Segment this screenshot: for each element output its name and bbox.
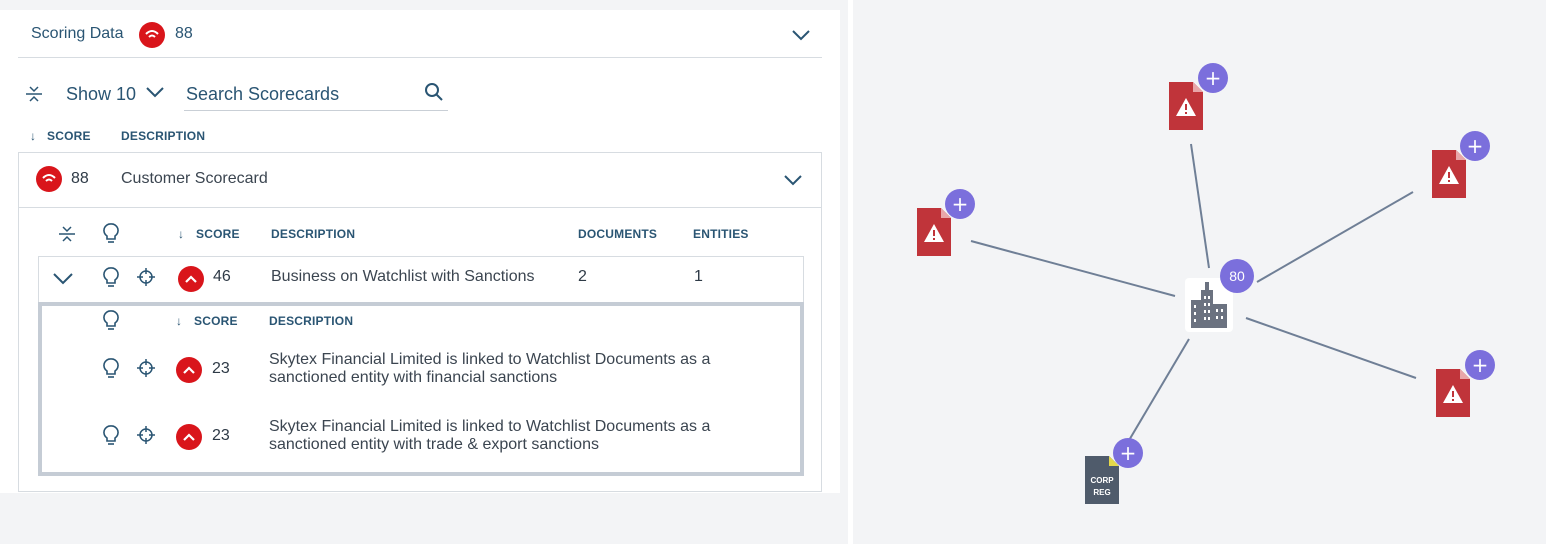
rule-chevron-icon[interactable] <box>52 272 74 291</box>
expand-node-icon[interactable]: + <box>1460 131 1490 161</box>
row-separator <box>19 207 821 208</box>
crosshair-icon[interactable] <box>137 359 155 382</box>
graph-edge <box>970 240 1176 297</box>
corp-reg-label-line2: REG <box>1093 488 1111 497</box>
details-description-header: DESCRIPTION <box>269 314 354 328</box>
lightbulb-icon[interactable] <box>102 309 120 336</box>
expand-node-icon[interactable]: + <box>1198 63 1228 93</box>
rules-description-header: DESCRIPTION <box>271 227 356 241</box>
score-column-header[interactable]: SCORE <box>47 129 91 143</box>
expand-node-icon[interactable]: + <box>1113 438 1143 468</box>
collapse-all-icon[interactable] <box>57 224 77 249</box>
high-risk-icon <box>139 22 165 48</box>
scorecard-name[interactable]: Customer Scorecard <box>121 170 268 188</box>
page-size-label: Show 10 <box>66 84 137 104</box>
collapse-chevron-icon[interactable] <box>791 28 811 46</box>
chevron-down-icon <box>145 82 165 103</box>
rule-documents[interactable]: 2 <box>578 268 587 286</box>
rule-score: 46 <box>213 268 231 285</box>
entity-graph[interactable]: + + + + CORP REG + 80 <box>853 0 1546 544</box>
scoring-data-header[interactable]: Scoring Data 88 <box>18 10 822 58</box>
graph-edge <box>1127 338 1190 443</box>
risk-up-icon <box>178 266 204 292</box>
sort-arrow-icon[interactable]: ↓ <box>30 129 36 143</box>
high-risk-icon <box>36 166 62 192</box>
page-size-select[interactable]: Show 10 <box>66 82 165 105</box>
lightbulb-icon[interactable] <box>102 424 120 451</box>
lightbulb-icon[interactable] <box>102 357 120 384</box>
risk-up-icon <box>176 357 202 383</box>
description-column-header: DESCRIPTION <box>121 129 206 143</box>
expand-node-icon[interactable]: + <box>945 189 975 219</box>
crosshair-icon[interactable] <box>137 268 155 291</box>
detail-score: 23 <box>212 427 230 444</box>
graph-edge <box>1190 143 1210 269</box>
rule-entities[interactable]: 1 <box>694 268 703 286</box>
details-score-header[interactable]: SCORE <box>194 314 238 328</box>
detail-description-line1: Skytex Financial Limited is linked to Wa… <box>269 418 711 435</box>
entity-score-badge[interactable]: 80 <box>1220 259 1254 293</box>
search-input[interactable] <box>186 81 416 107</box>
rules-entities-header: ENTITIES <box>693 227 749 241</box>
detail-description-line2: sanctioned entity with financial sanctio… <box>269 369 558 386</box>
section-title: Scoring Data <box>31 25 124 42</box>
search-box <box>184 78 448 111</box>
corp-reg-label-line1: CORP <box>1090 476 1114 485</box>
rules-documents-header: DOCUMENTS <box>578 227 658 241</box>
collapse-all-icon[interactable] <box>24 84 44 109</box>
graph-edge <box>1245 317 1417 379</box>
expand-node-icon[interactable]: + <box>1465 350 1495 380</box>
lightbulb-icon[interactable] <box>102 266 120 293</box>
detail-score: 23 <box>212 360 230 377</box>
risk-up-icon <box>176 424 202 450</box>
graph-edge <box>1256 191 1414 283</box>
search-icon[interactable] <box>424 82 444 107</box>
detail-description-line1: Skytex Financial Limited is linked to Wa… <box>269 351 711 368</box>
sort-arrow-icon[interactable]: ↓ <box>176 314 182 328</box>
lightbulb-icon[interactable] <box>102 222 120 249</box>
sort-arrow-icon[interactable]: ↓ <box>178 227 184 241</box>
rule-description: Business on Watchlist with Sanctions <box>271 268 535 285</box>
rules-score-header[interactable]: SCORE <box>196 227 240 241</box>
detail-description-line2: sanctioned entity with trade & export sa… <box>269 436 599 453</box>
crosshair-icon[interactable] <box>137 426 155 449</box>
section-score: 88 <box>175 25 193 42</box>
scorecard-chevron-icon[interactable] <box>783 173 803 191</box>
scorecard-score: 88 <box>71 170 89 187</box>
